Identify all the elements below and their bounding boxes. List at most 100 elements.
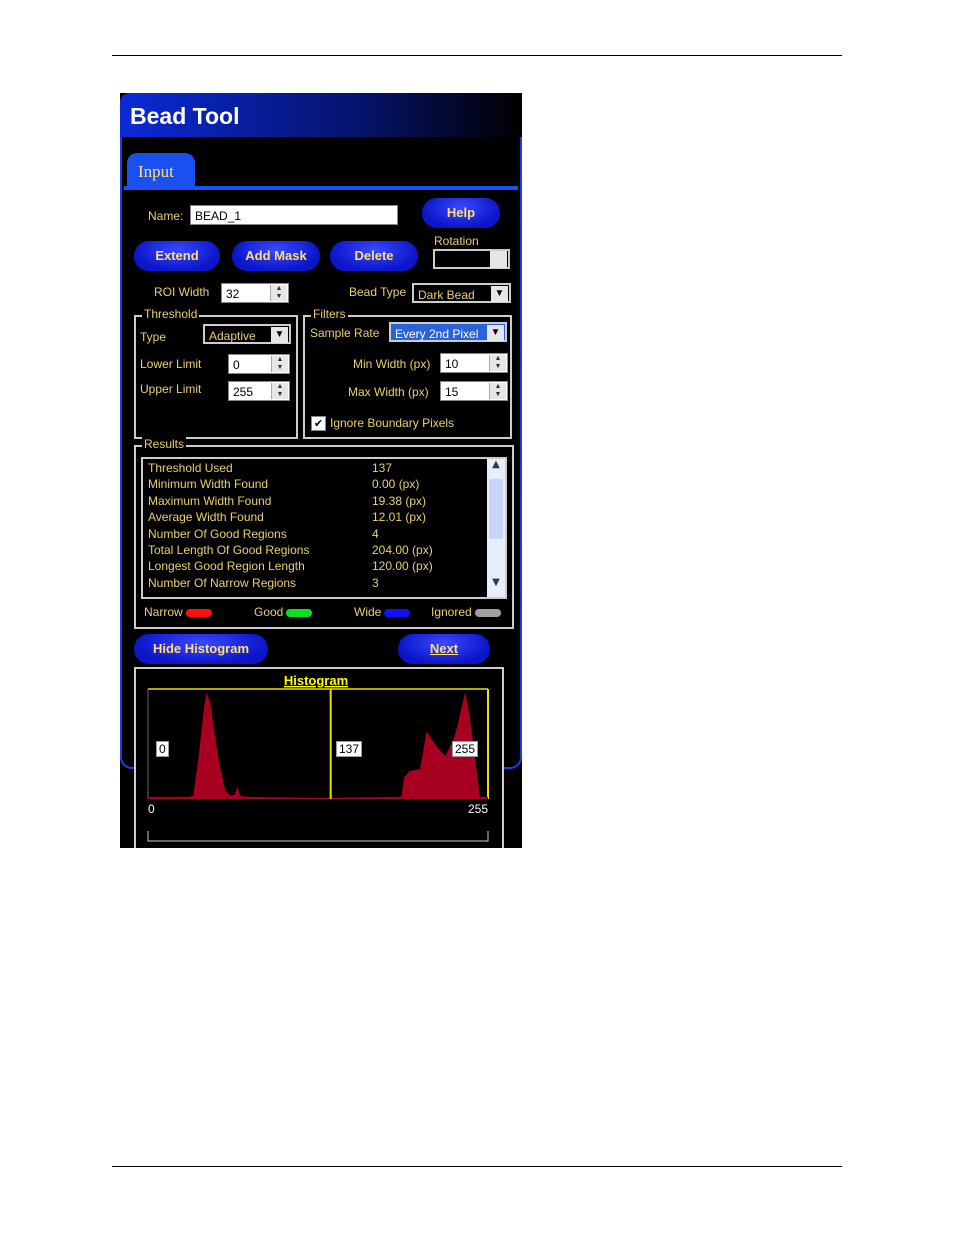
document-page: Bead Tool Input Name: BEAD_1 Help Extend… bbox=[0, 0, 954, 1235]
spinner-icon[interactable]: ▲ ▼ bbox=[270, 285, 287, 301]
max-width-label: Max Width (px) bbox=[348, 385, 429, 399]
hide-histogram-button[interactable]: Hide Histogram bbox=[134, 634, 268, 664]
scroll-thumb[interactable] bbox=[489, 479, 503, 539]
result-value: 4 bbox=[372, 526, 379, 541]
sample-rate-value: Every 2nd Pixel bbox=[395, 327, 479, 341]
range-bracket bbox=[147, 831, 489, 842]
spinner-icon[interactable]: ▲ ▼ bbox=[489, 383, 506, 399]
filters-title: Filters bbox=[311, 307, 348, 321]
result-name: Maximum Width Found bbox=[148, 493, 272, 508]
legend-swatch bbox=[185, 608, 212, 617]
legend-label: Narrow bbox=[144, 605, 183, 619]
max-width-value: 15 bbox=[445, 385, 459, 399]
results-title: Results bbox=[142, 437, 187, 451]
chevron-down-icon[interactable]: ▼ bbox=[491, 286, 508, 302]
threshold-title: Threshold bbox=[142, 307, 200, 321]
legend-label: Good bbox=[254, 605, 284, 619]
spinner-icon[interactable]: ▲ ▼ bbox=[489, 355, 506, 371]
window-title: Bead Tool bbox=[130, 103, 240, 129]
tick-label: 0 bbox=[148, 802, 155, 816]
title-bar: Bead Tool bbox=[120, 93, 522, 137]
add-mask-button[interactable]: Add Mask bbox=[232, 241, 320, 271]
histogram-chart: Histogram 0 255 bbox=[147, 673, 489, 842]
result-name: Number Of Good Regions bbox=[148, 526, 287, 541]
legend-item-narrow: Narrow bbox=[144, 605, 212, 619]
upper-marker[interactable]: 255 bbox=[452, 741, 479, 757]
lower-marker[interactable]: 0 bbox=[156, 741, 169, 757]
spinner-icon[interactable]: ▲ ▼ bbox=[271, 383, 288, 399]
bead-type-value: Dark Bead bbox=[418, 288, 475, 302]
lower-limit-label: Lower Limit bbox=[140, 357, 202, 371]
scrollbar[interactable]: ▲ ▼ bbox=[487, 459, 505, 597]
threshold-type-value: Adaptive bbox=[209, 329, 256, 343]
type-label: Type bbox=[140, 330, 167, 344]
upper-limit-input[interactable]: 255 ▲ ▼ bbox=[228, 381, 290, 401]
result-value: 137 bbox=[372, 461, 393, 475]
sample-rate-select[interactable]: Every 2nd Pixel ▼ bbox=[389, 322, 507, 342]
result-value: 120.00 (px) bbox=[372, 559, 433, 574]
threshold-marker[interactable]: 137 bbox=[336, 741, 363, 757]
threshold-group: Threshold Type Adaptive ▼ Lower Limit 0 ▲ ▼… bbox=[134, 307, 298, 439]
chevron-down-icon[interactable]: ▼ bbox=[487, 325, 504, 341]
legend-swatch bbox=[474, 608, 501, 617]
spinner-icon[interactable]: ▲ ▼ bbox=[271, 356, 288, 372]
results-list[interactable]: ▲ ▼ Threshold Used 137 Minimum Width Found… bbox=[141, 457, 507, 599]
delete-button[interactable]: Delete bbox=[330, 241, 418, 271]
threshold-type-select[interactable]: Adaptive ▼ bbox=[203, 324, 291, 344]
histogram-area bbox=[148, 692, 488, 799]
scroll-down-icon[interactable]: ▼ bbox=[487, 577, 505, 588]
result-value: 0.00 (px) bbox=[372, 477, 420, 492]
bead-type-label: Bead Type bbox=[349, 285, 407, 299]
result-name: Minimum Width Found bbox=[148, 477, 269, 492]
legend-item-wide: Wide bbox=[354, 605, 411, 619]
filters-group: Filters Sample Rate Every 2nd Pixel ▼ Min… bbox=[303, 307, 512, 439]
result-name: Threshold Used bbox=[148, 461, 233, 475]
legend-item-ignored: Ignored bbox=[431, 605, 501, 619]
rotation-label: Rotation bbox=[434, 234, 479, 248]
ignore-boundary-checkbox[interactable]: ✔ bbox=[311, 416, 326, 431]
result-name: Total Length Of Good Regions bbox=[148, 543, 310, 557]
tab-divider bbox=[124, 186, 518, 190]
legend-label: Wide bbox=[354, 605, 382, 619]
roi-width-value: 32 bbox=[226, 287, 240, 301]
result-name: Longest Good Region Length bbox=[148, 559, 305, 574]
result-name: Number Of Narrow Regions bbox=[148, 575, 297, 590]
legend-swatch bbox=[384, 608, 411, 617]
rotation-spinner[interactable] bbox=[490, 251, 507, 268]
scroll-up-icon[interactable]: ▲ bbox=[487, 459, 505, 477]
name-input[interactable]: BEAD_1 bbox=[190, 205, 398, 225]
min-width-label: Min Width (px) bbox=[353, 357, 431, 371]
result-value: 12.01 (px) bbox=[372, 510, 427, 525]
result-name: Average Width Found bbox=[148, 510, 264, 525]
roi-width-label: ROI Width bbox=[154, 285, 210, 299]
lower-limit-value: 0 bbox=[233, 358, 240, 372]
name-label: Name: bbox=[148, 209, 184, 223]
sample-rate-label: Sample Rate bbox=[310, 326, 380, 340]
upper-limit-value: 255 bbox=[233, 385, 254, 399]
legend-swatch bbox=[286, 608, 313, 617]
min-width-value: 10 bbox=[445, 357, 459, 371]
bead-type-select[interactable]: Dark Bead ▼ bbox=[412, 283, 511, 303]
next-button[interactable]: Next bbox=[398, 634, 490, 664]
help-button[interactable]: Help bbox=[422, 198, 500, 228]
footer-rule bbox=[112, 1166, 842, 1167]
max-width-input[interactable]: 15 ▲ ▼ bbox=[440, 381, 508, 401]
header-rule bbox=[112, 55, 842, 56]
min-width-input[interactable]: 10 ▲ ▼ bbox=[440, 353, 508, 373]
histogram-panel: Histogram 0 255 0 137 255 bbox=[134, 667, 504, 848]
lower-limit-input[interactable]: 0 ▲ ▼ bbox=[228, 354, 290, 374]
chevron-down-icon[interactable]: ▼ bbox=[271, 327, 288, 343]
tick-label: 255 bbox=[468, 802, 488, 816]
result-value: 3 bbox=[372, 575, 379, 590]
result-value: 204.00 (px) bbox=[372, 543, 433, 557]
bead-tool-window: Bead Tool Input Name: BEAD_1 Help Extend… bbox=[120, 93, 522, 848]
tab-input[interactable]: Input bbox=[127, 153, 195, 187]
histogram-title: Histogram bbox=[284, 673, 348, 688]
tab-label: Input bbox=[138, 162, 174, 181]
result-value: 19.38 (px) bbox=[372, 493, 427, 508]
extend-button[interactable]: Extend bbox=[134, 241, 220, 271]
ignore-boundary-label: Ignore Boundary Pixels bbox=[330, 416, 455, 430]
roi-width-input[interactable]: 32 ▲ ▼ bbox=[221, 283, 289, 303]
legend-item-good: Good bbox=[254, 605, 313, 619]
legend-label: Ignored bbox=[431, 605, 472, 619]
